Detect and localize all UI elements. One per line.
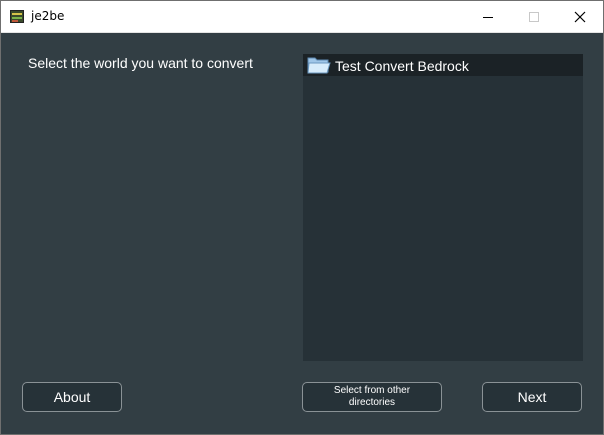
world-list[interactable]: Test Convert Bedrock	[303, 54, 583, 361]
title-bar[interactable]: je2be	[1, 1, 603, 33]
close-icon	[574, 11, 586, 23]
select-other-directories-button[interactable]: Select from other directories	[302, 382, 442, 412]
world-name: Test Convert Bedrock	[335, 58, 469, 74]
select-world-prompt: Select the world you want to convert	[28, 55, 253, 71]
minimize-button[interactable]	[465, 1, 511, 32]
folder-icon	[307, 57, 331, 74]
world-list-item[interactable]: Test Convert Bedrock	[303, 54, 583, 76]
maximize-button[interactable]	[511, 1, 557, 32]
app-window: je2be Select the world you want to conve…	[0, 0, 604, 435]
next-button[interactable]: Next	[482, 382, 582, 412]
app-icon	[10, 10, 24, 23]
minimize-icon	[483, 17, 493, 18]
window-title: je2be	[31, 9, 65, 23]
maximize-icon	[529, 12, 539, 22]
close-button[interactable]	[557, 1, 603, 32]
about-button[interactable]: About	[22, 382, 122, 412]
